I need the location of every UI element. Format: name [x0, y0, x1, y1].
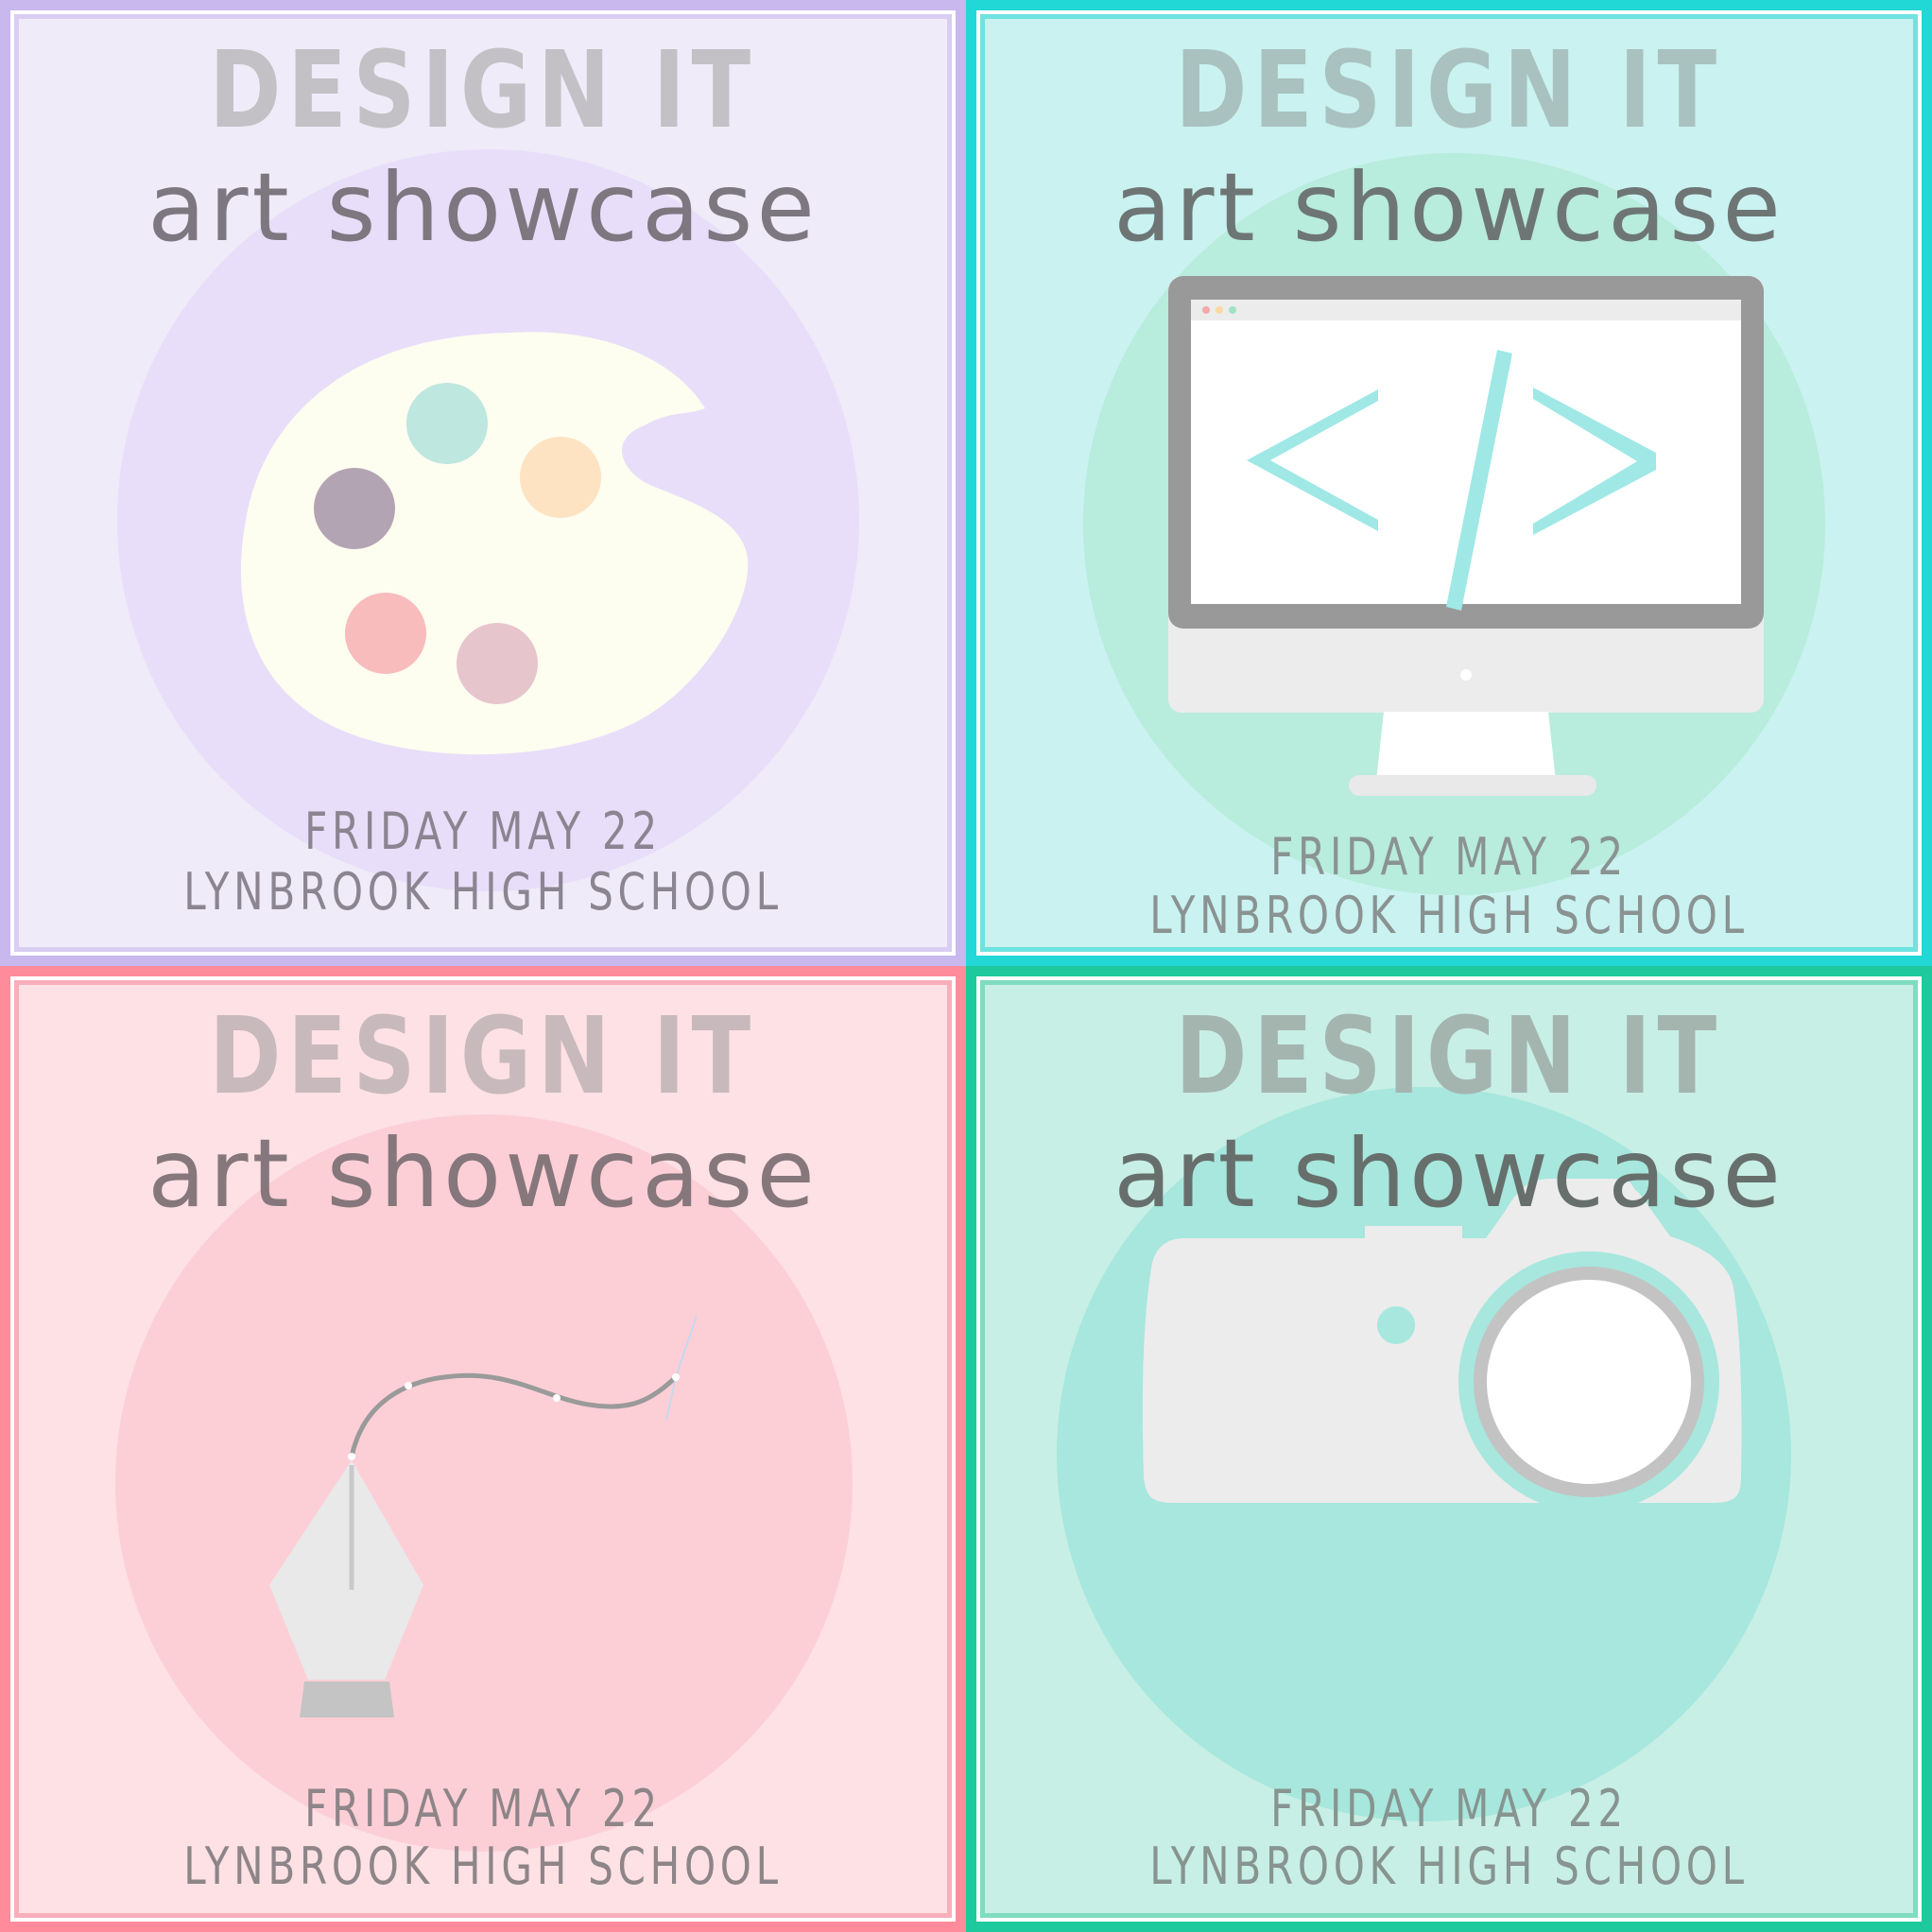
poster-inner-frame: DESIGN IT art showcase FRIDAY MAY 22 LYN…	[980, 980, 1918, 1918]
event-location: LYNBROOK HIGH SCHOOL	[1149, 1837, 1749, 1896]
poster-title: DESIGN IT	[209, 29, 757, 152]
event-location: LYNBROOK HIGH SCHOOL	[1149, 886, 1749, 945]
poster-panel-painting: DESIGN IT art showcase FRIDAY MAY 22 LYN…	[0, 0, 966, 966]
poster-subtitle: art showcase	[1113, 152, 1785, 263]
poster-panel-photography: DESIGN IT art showcase FRIDAY MAY 22 LYN…	[966, 966, 1932, 1932]
event-date: FRIDAY MAY 22	[304, 802, 662, 861]
poster-panel-drawing: DESIGN IT art showcase FRIDAY MAY 22 LYN…	[0, 966, 966, 1932]
event-date: FRIDAY MAY 22	[304, 1779, 662, 1838]
showcase-poster-grid: DESIGN IT art showcase FRIDAY MAY 22 LYN…	[0, 0, 1932, 1932]
poster-subtitle: art showcase	[1113, 1118, 1785, 1229]
event-date: FRIDAY MAY 22	[1270, 1779, 1628, 1838]
poster-title: DESIGN IT	[1175, 29, 1723, 152]
poster-inner-frame: DESIGN IT art showcase FRIDAY MAY 22 LYN…	[14, 980, 952, 1918]
event-location: LYNBROOK HIGH SCHOOL	[183, 862, 783, 922]
poster-inner-frame: DESIGN IT art showcase FRIDAY MAY 22 LYN…	[980, 14, 1918, 952]
poster-subtitle: art showcase	[147, 152, 819, 263]
poster-subtitle: art showcase	[147, 1118, 819, 1229]
event-date: FRIDAY MAY 22	[1270, 827, 1628, 887]
poster-title: DESIGN IT	[209, 995, 757, 1118]
event-location: LYNBROOK HIGH SCHOOL	[183, 1837, 783, 1896]
poster-inner-frame: DESIGN IT art showcase FRIDAY MAY 22 LYN…	[14, 14, 952, 952]
poster-title: DESIGN IT	[1175, 995, 1723, 1118]
poster-panel-web: DESIGN IT art showcase FRIDAY MAY 22 LYN…	[966, 0, 1932, 966]
